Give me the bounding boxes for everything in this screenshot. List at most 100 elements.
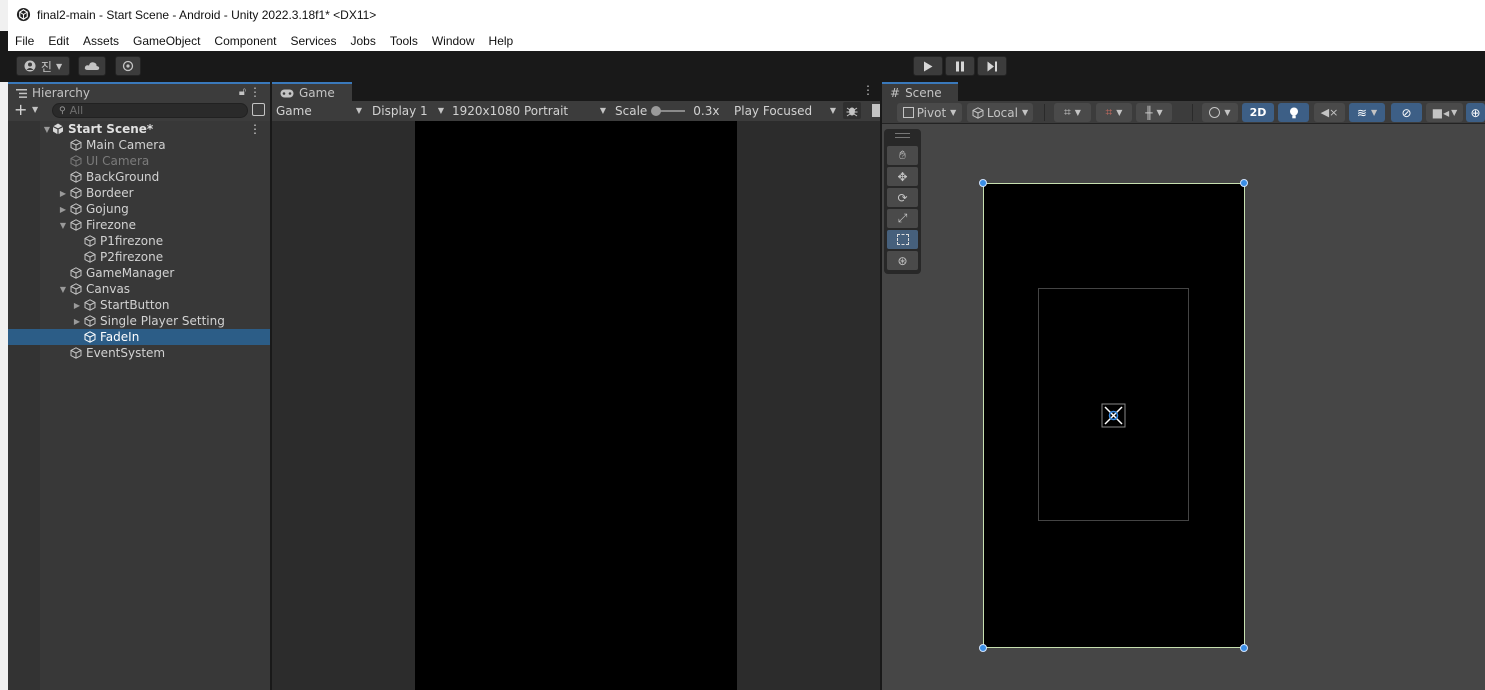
- play-button[interactable]: [913, 56, 943, 76]
- list-item[interactable]: ▶ Bordeer: [8, 185, 270, 201]
- expanded-arrow-icon[interactable]: ▼: [42, 125, 52, 134]
- rect-handle-bottom-left[interactable]: [979, 644, 987, 652]
- shading-mode-button[interactable]: ▼: [1202, 103, 1238, 122]
- scale-tool-button[interactable]: ⤢: [887, 209, 918, 228]
- more-options-icon[interactable]: ⋮: [249, 122, 261, 136]
- list-item[interactable]: ▼ Firezone: [8, 217, 270, 233]
- game-mode-dropdown[interactable]: Game ▼: [276, 101, 362, 120]
- pivot-gizmo-icon[interactable]: [1101, 403, 1126, 428]
- step-button[interactable]: [977, 56, 1007, 76]
- collab-button[interactable]: [115, 56, 141, 76]
- menu-jobs[interactable]: Jobs: [343, 31, 382, 51]
- audio-toggle[interactable]: ◀×: [1314, 103, 1345, 122]
- play-mode-dropdown[interactable]: Play Focused ▼: [734, 101, 836, 120]
- account-button[interactable]: 진 ▼: [16, 56, 70, 76]
- collapsed-arrow-icon[interactable]: ▶: [70, 301, 84, 310]
- pause-button[interactable]: [945, 56, 975, 76]
- audio-icon[interactable]: [872, 104, 880, 117]
- tab-game[interactable]: Game: [272, 82, 352, 101]
- slider-track[interactable]: [651, 105, 686, 116]
- list-item[interactable]: ▶ Gojung: [8, 201, 270, 217]
- grid-snap-icon: ⌗: [1064, 105, 1071, 119]
- display-dropdown[interactable]: Display 1 ▼: [372, 101, 444, 120]
- scale-value: 0.3x: [693, 103, 720, 118]
- menu-help[interactable]: Help: [482, 31, 521, 51]
- scale-slider[interactable]: Scale 0.3x: [615, 101, 725, 120]
- list-item[interactable]: UI Camera: [8, 153, 270, 169]
- tab-hierarchy-label: Hierarchy: [32, 86, 91, 100]
- rotate-tool-button[interactable]: ⟳: [887, 188, 918, 207]
- menu-file[interactable]: File: [8, 31, 41, 51]
- snap-increment-button[interactable]: ⌗ ▼: [1096, 103, 1132, 122]
- list-item[interactable]: EventSystem: [8, 345, 270, 361]
- menu-bar: File Edit Assets GameObject Component Se…: [8, 31, 1485, 51]
- pivot-icon: [902, 107, 914, 118]
- menu-window[interactable]: Window: [425, 31, 482, 51]
- expanded-arrow-icon[interactable]: ▼: [56, 285, 70, 294]
- search-icon: ⚲: [59, 105, 66, 116]
- list-item[interactable]: ▼ Canvas: [8, 281, 270, 297]
- hand-tool-button[interactable]: ✋︎: [887, 146, 918, 165]
- play-icon: [924, 61, 933, 71]
- more-options-icon[interactable]: ⋮: [249, 85, 261, 99]
- pivot-dropdown[interactable]: Pivot ▼: [897, 103, 962, 122]
- gizmo-icon: ⊕: [1470, 105, 1481, 120]
- list-item-selected[interactable]: FadeIn: [8, 329, 270, 345]
- scene-camera-button[interactable]: ■◂ ▼: [1426, 103, 1463, 122]
- move-tool-button[interactable]: ✥: [887, 167, 918, 186]
- chevron-down-icon: ▼: [1451, 108, 1458, 117]
- drag-handle-icon[interactable]: [895, 133, 910, 138]
- chevron-down-icon: ▼: [1156, 108, 1163, 117]
- lock-icon[interactable]: 🔓︎: [239, 85, 246, 99]
- menu-gameobject[interactable]: GameObject: [126, 31, 207, 51]
- list-item-label: FadeIn: [100, 330, 140, 344]
- cloud-button[interactable]: [78, 56, 106, 76]
- menu-edit[interactable]: Edit: [41, 31, 76, 51]
- list-item[interactable]: ▶ StartButton: [8, 297, 270, 313]
- local-dropdown[interactable]: Local ▼: [967, 103, 1033, 122]
- rect-tool-button[interactable]: [887, 230, 918, 249]
- tab-hierarchy[interactable]: Hierarchy 🔓︎ ⋮: [8, 82, 270, 101]
- list-item[interactable]: GameManager: [8, 265, 270, 281]
- effects-toggle[interactable]: ≋ ▼: [1349, 103, 1385, 122]
- rect-handle-top-left[interactable]: [979, 179, 987, 187]
- more-options-icon[interactable]: ⋮: [862, 83, 874, 97]
- scene-root-row[interactable]: ▼ Start Scene* ⋮: [8, 121, 270, 137]
- menu-services[interactable]: Services: [283, 31, 343, 51]
- list-item-label: Canvas: [86, 282, 131, 296]
- game-view-render[interactable]: [415, 121, 737, 690]
- toggle-2d-button[interactable]: 2D: [1242, 103, 1274, 122]
- slider-thumb[interactable]: [651, 105, 662, 116]
- debug-bug-icon[interactable]: [843, 102, 861, 119]
- rect-handle-top-right[interactable]: [1240, 179, 1248, 187]
- tab-scene[interactable]: # Scene: [882, 82, 958, 101]
- menu-assets[interactable]: Assets: [76, 31, 126, 51]
- gizmos-toggle[interactable]: ⊕: [1466, 103, 1485, 122]
- collapsed-arrow-icon[interactable]: ▶: [56, 189, 70, 198]
- list-item[interactable]: Main Camera: [8, 137, 270, 153]
- transform-tool-button[interactable]: ⊛: [887, 251, 918, 270]
- collapsed-arrow-icon[interactable]: ▶: [70, 317, 84, 326]
- chevron-down-icon[interactable]: ▼: [32, 105, 38, 114]
- expanded-arrow-icon[interactable]: ▼: [56, 221, 70, 230]
- resolution-dropdown[interactable]: 1920x1080 Portrait ▼: [452, 101, 606, 120]
- menu-component[interactable]: Component: [207, 31, 283, 51]
- add-icon[interactable]: +: [14, 100, 27, 119]
- rect-handle-bottom-right[interactable]: [1240, 644, 1248, 652]
- scene-visibility-icon[interactable]: [252, 103, 265, 116]
- list-item[interactable]: ▶ Single Player Setting: [8, 313, 270, 329]
- list-item[interactable]: P2firezone: [8, 249, 270, 265]
- hierarchy-search-input[interactable]: ⚲ All: [52, 103, 248, 118]
- collapsed-arrow-icon[interactable]: ▶: [56, 205, 70, 214]
- gameobject-cube-icon: [84, 331, 96, 343]
- grid-snap-button[interactable]: ⌗ ▼: [1054, 103, 1091, 122]
- scene-visibility-toggle[interactable]: ⊘: [1391, 103, 1422, 122]
- align-button[interactable]: ╫ ▼: [1136, 103, 1172, 122]
- gear-icon: [122, 60, 134, 72]
- list-item[interactable]: P1firezone: [8, 233, 270, 249]
- lighting-toggle[interactable]: [1278, 103, 1309, 122]
- menu-tools[interactable]: Tools: [383, 31, 425, 51]
- list-icon: [16, 88, 27, 98]
- list-item[interactable]: BackGround: [8, 169, 270, 185]
- cloud-icon: [84, 62, 100, 70]
